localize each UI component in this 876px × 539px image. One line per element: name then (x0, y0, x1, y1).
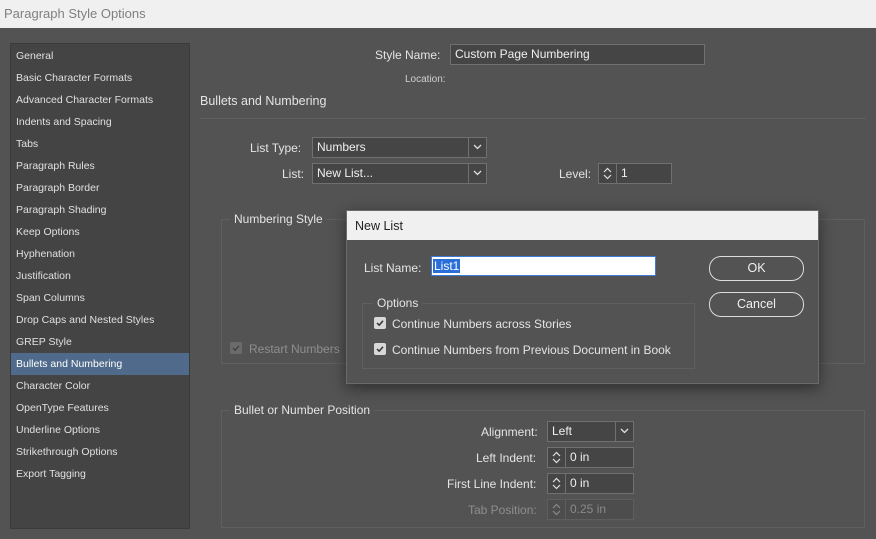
level-value: 1 (621, 166, 628, 180)
list-label: List: (282, 167, 305, 181)
sidebar-item[interactable]: Keep Options (11, 221, 189, 243)
first-line-indent-stepper[interactable]: 0 in (547, 473, 634, 494)
continue-across-stories-checkbox[interactable] (374, 317, 386, 329)
continue-from-previous-label: Continue Numbers from Previous Document … (392, 343, 671, 357)
numbering-style-title: Numbering Style (230, 212, 327, 226)
sidebar-item[interactable]: Justification (11, 265, 189, 287)
list-name-input[interactable]: List1 (431, 256, 656, 276)
options-group (362, 303, 695, 369)
level-label: Level: (559, 167, 592, 181)
stepper-arrows-icon[interactable] (599, 164, 617, 183)
left-indent-label: Left Indent: (476, 451, 537, 465)
list-type-value: Numbers (317, 140, 366, 154)
sidebar-item[interactable]: Hyphenation (11, 243, 189, 265)
left-indent-stepper[interactable]: 0 in (547, 447, 634, 468)
sidebar-item[interactable]: Character Color (11, 375, 189, 397)
chevron-down-icon (468, 138, 486, 157)
style-name-input[interactable]: Custom Page Numbering (450, 44, 705, 65)
sidebar-item[interactable]: Advanced Character Formats (11, 89, 189, 111)
sidebar-item[interactable]: Basic Character Formats (11, 67, 189, 89)
restart-numbers-checkbox[interactable] (230, 342, 242, 354)
level-stepper[interactable]: 1 (598, 163, 672, 184)
section-divider (200, 118, 866, 119)
chevron-down-icon (468, 164, 486, 183)
sidebar-item[interactable]: Paragraph Border (11, 177, 189, 199)
location-label: Location: (405, 74, 446, 85)
stepper-arrows-icon (548, 500, 566, 519)
alignment-label: Alignment: (481, 425, 538, 439)
stepper-arrows-icon[interactable] (548, 474, 566, 493)
sidebar-item[interactable]: Underline Options (11, 419, 189, 441)
list-type-label: List Type: (250, 141, 302, 155)
ok-button[interactable]: OK (709, 256, 804, 281)
window-title: Paragraph Style Options (4, 6, 146, 21)
style-name-label: Style Name: (375, 48, 441, 62)
sidebar-item[interactable]: Strikethrough Options (11, 441, 189, 463)
sidebar-item[interactable]: General (11, 45, 189, 67)
dialog-title: New List (355, 219, 403, 233)
continue-from-previous-checkbox[interactable] (374, 343, 386, 355)
tab-position-label: Tab Position: (468, 503, 537, 517)
position-group (221, 410, 865, 528)
list-type-dropdown[interactable]: Numbers (312, 137, 487, 158)
list-dropdown[interactable]: New List... (312, 163, 487, 184)
sidebar-item[interactable]: Drop Caps and Nested Styles (11, 309, 189, 331)
sidebar-item[interactable]: Paragraph Rules (11, 155, 189, 177)
alignment-dropdown[interactable]: Left (547, 421, 634, 442)
continue-across-stories-label: Continue Numbers across Stories (392, 317, 572, 331)
list-value: New List... (317, 166, 374, 180)
options-title: Options (373, 296, 423, 310)
stepper-arrows-icon[interactable] (548, 448, 566, 467)
sidebar-item[interactable]: Paragraph Shading (11, 199, 189, 221)
window-titlebar: Paragraph Style Options (0, 0, 876, 28)
sidebar-item[interactable]: Indents and Spacing (11, 111, 189, 133)
tab-position-value: 0.25 in (570, 502, 607, 516)
first-line-indent-label: First Line Indent: (447, 477, 537, 491)
list-name-value: List1 (433, 259, 461, 273)
alignment-value: Left (552, 424, 573, 438)
sidebar-item[interactable]: OpenType Features (11, 397, 189, 419)
tab-position-stepper[interactable]: 0.25 in (547, 499, 634, 520)
dialog-titlebar: New List (347, 211, 818, 240)
sidebar-item[interactable]: Tabs (11, 133, 189, 155)
category-sidebar[interactable]: General Basic Character Formats Advanced C… (10, 43, 190, 529)
sidebar-item[interactable]: Span Columns (11, 287, 189, 309)
position-title: Bullet or Number Position (230, 403, 375, 417)
left-indent-value: 0 in (570, 450, 590, 464)
sidebar-item[interactable]: Export Tagging (11, 463, 189, 485)
new-list-dialog: New List List Name: List1 Options Contin… (346, 210, 819, 384)
section-title: Bullets and Numbering (200, 94, 327, 108)
sidebar-item[interactable]: Bullets and Numbering (11, 353, 189, 375)
list-name-label: List Name: (364, 261, 422, 275)
sidebar-item[interactable]: GREP Style (11, 331, 189, 353)
first-line-indent-value: 0 in (570, 476, 590, 490)
chevron-down-icon (615, 422, 633, 441)
restart-numbers-label: Restart Numbers (249, 342, 340, 356)
cancel-button[interactable]: Cancel (709, 292, 804, 317)
